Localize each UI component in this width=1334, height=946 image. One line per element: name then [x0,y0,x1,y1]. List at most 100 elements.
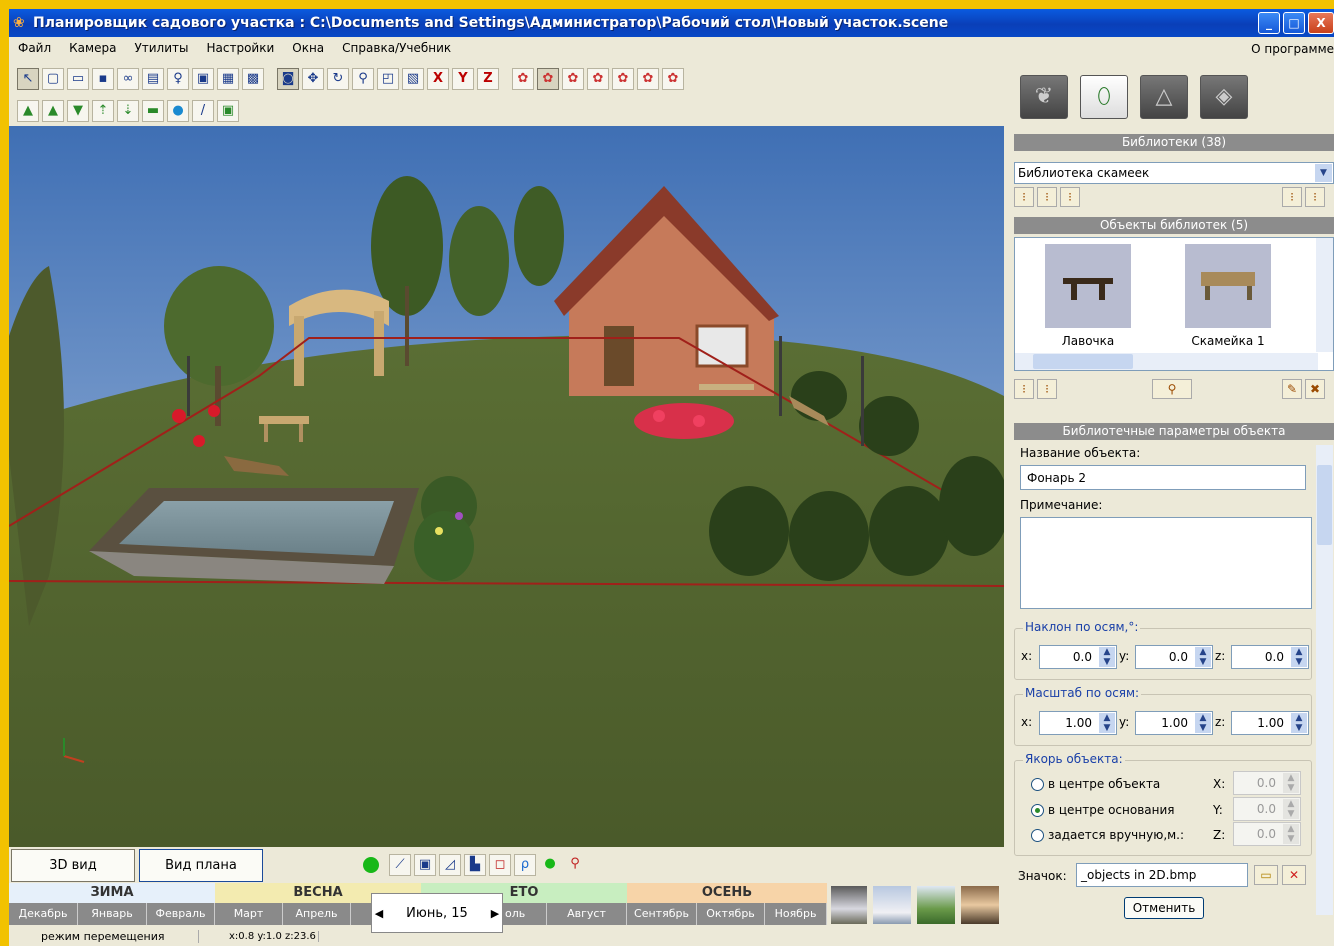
fit-view-icon[interactable]: ◰ [377,68,399,90]
scale-z-input[interactable]: 1.00 ▲ ▼ [1231,711,1309,735]
chevron-down-icon[interactable]: ▼ [1315,164,1332,182]
menu-utilities[interactable]: Утилиты [125,41,197,55]
season-winter[interactable]: ЗИМА [9,883,215,903]
pipette-icon[interactable]: / [192,100,214,122]
month-november[interactable]: Ноябрь [765,903,827,925]
tilt-z-input[interactable]: 0.0 ▲ ▼ [1231,645,1309,669]
menu-about[interactable]: О программе [1251,42,1334,56]
menu-help[interactable]: Справка/Учебник [333,41,460,55]
chart-icon[interactable]: ▙ [464,854,486,876]
object-add-icon[interactable]: ⁝ [1014,379,1034,399]
icon-file-input[interactable]: _objects in 2D.bmp [1076,863,1248,887]
plant-icon[interactable]: ✿ [512,68,534,90]
binoculars-icon[interactable]: ∞ [117,68,139,90]
landscape-icon[interactable]: ▲ [17,100,39,122]
zoom-icon[interactable]: ⚲ [352,68,374,90]
library-import-icon[interactable]: ⁝ [1282,187,1302,207]
maximize-button[interactable]: □ [1283,12,1305,34]
summer-preview-thumb[interactable] [917,886,955,924]
autumn-preview-thumb[interactable] [961,886,999,924]
tilt-y-input[interactable]: 0.0 ▲ ▼ [1135,645,1213,669]
month-august[interactable]: Август [547,903,627,925]
tab-plants-icon[interactable]: ❦ [1020,75,1068,119]
close-button[interactable]: X [1308,12,1334,34]
zoom-3d-icon[interactable]: ⚲ [564,854,586,876]
library-edit-icon[interactable]: ⁝ [1037,187,1057,207]
water-drop-icon[interactable]: ● [167,100,189,122]
picture-icon[interactable]: ▣ [192,68,214,90]
anchor-option-base[interactable]: в центре основания [1031,803,1175,817]
properties-icon[interactable]: ▦ [217,68,239,90]
plant-age-1-icon[interactable]: ✿ [537,68,559,90]
month-december[interactable]: Декабрь [9,903,78,925]
name-input[interactable]: Фонарь 2 [1020,465,1306,490]
month-july[interactable]: оль [497,903,547,925]
view-plan-button[interactable]: Вид плана [139,848,263,882]
plant-age-3-icon[interactable]: ✿ [587,68,609,90]
lightbulb-icon[interactable]: ♀ [167,68,189,90]
spinner-icon[interactable]: ▲ ▼ [1291,713,1307,733]
spring-preview-thumb[interactable] [873,886,911,924]
title-bar[interactable]: ❀ Планировщик садового участка : C:\Docu… [9,9,1334,37]
menu-camera[interactable]: Камера [60,41,125,55]
clipboard-icon[interactable]: ▤ [142,68,164,90]
tab-3d-box-icon[interactable]: ◈ [1200,75,1248,119]
path-icon[interactable]: ρ [514,854,536,876]
spinner-icon[interactable]: ▲ ▼ [1195,713,1211,733]
month-october[interactable]: Октябрь [697,903,765,925]
slope-icon[interactable]: ◿ [439,854,461,876]
draw-region-icon[interactable]: ▣ [414,854,436,876]
library-add-icon[interactable]: ⁝ [1014,187,1034,207]
object-move-icon[interactable]: ⁝ [1037,379,1057,399]
draw-line-icon[interactable]: ⟋ [389,854,411,876]
next-day-arrow-icon[interactable]: ▶ [488,907,502,920]
save-icon[interactable]: ▪ [92,68,114,90]
spinner-icon[interactable]: ▲ ▼ [1099,713,1115,733]
plant-age-2-icon[interactable]: ✿ [562,68,584,90]
3d-viewport[interactable] [9,126,1004,847]
anchor-option-manual[interactable]: задается вручную,м.: [1031,828,1184,842]
terrain-map-icon[interactable]: ▣ [217,100,239,122]
cancel-button[interactable]: Отменить [1124,897,1204,919]
object-tool-icon[interactable]: ◙ [277,68,299,90]
prev-day-arrow-icon[interactable]: ◀ [372,907,386,920]
radio-circle-selected[interactable] [1031,803,1044,817]
hill-icon[interactable]: ▲ [42,100,64,122]
green-circle-icon[interactable] [363,857,379,873]
radio-circle[interactable] [1031,777,1044,791]
winter-preview-thumb[interactable] [831,886,867,924]
raise-terrain-icon[interactable]: ⇡ [92,100,114,122]
valley-icon[interactable]: ▼ [67,100,89,122]
move-icon[interactable]: ✥ [302,68,324,90]
plant-all-icon[interactable]: ✿ [662,68,684,90]
rotate-icon[interactable]: ↻ [327,68,349,90]
green-dot-icon[interactable]: ● [539,854,561,876]
object-delete-icon[interactable]: ✖ [1305,379,1325,399]
spinner-icon[interactable]: ▲ ▼ [1291,647,1307,667]
spinner-icon[interactable]: ▲ ▼ [1195,647,1211,667]
clear-icon[interactable]: ✕ [1282,865,1306,885]
radio-circle[interactable] [1031,828,1044,842]
tilt-x-input[interactable]: 0.0 ▲ ▼ [1039,645,1117,669]
gallery-vscroll[interactable] [1316,238,1333,352]
polygon-icon[interactable]: ◻ [489,854,511,876]
month-february[interactable]: Февраль [147,903,215,925]
flatten-icon[interactable]: ▬ [142,100,164,122]
library-select[interactable]: Библиотека скамеек ▼ [1014,162,1334,184]
view-3d-button[interactable]: 3D вид [11,848,135,882]
scale-x-input[interactable]: 1.00 ▲ ▼ [1039,711,1117,735]
gallery-hscroll[interactable] [1015,353,1318,370]
anchor-option-center[interactable]: в центре объекта [1031,777,1160,791]
spinner-icon[interactable]: ▲ ▼ [1099,647,1115,667]
plant-age-5-icon[interactable]: ✿ [637,68,659,90]
open-folder-icon[interactable]: ▭ [1254,865,1278,885]
new-file-icon[interactable]: ▢ [42,68,64,90]
open-folder-icon[interactable]: ▭ [67,68,89,90]
month-march[interactable]: Март [215,903,283,925]
library-delete-icon[interactable]: ⁝ [1060,187,1080,207]
tab-objects-icon[interactable]: ⬯ [1080,75,1128,119]
axis-z-button[interactable]: Z [477,68,499,90]
plant-age-4-icon[interactable]: ✿ [612,68,634,90]
object-thumb-bench-1[interactable] [1185,244,1271,328]
axis-x-button[interactable]: X [427,68,449,90]
